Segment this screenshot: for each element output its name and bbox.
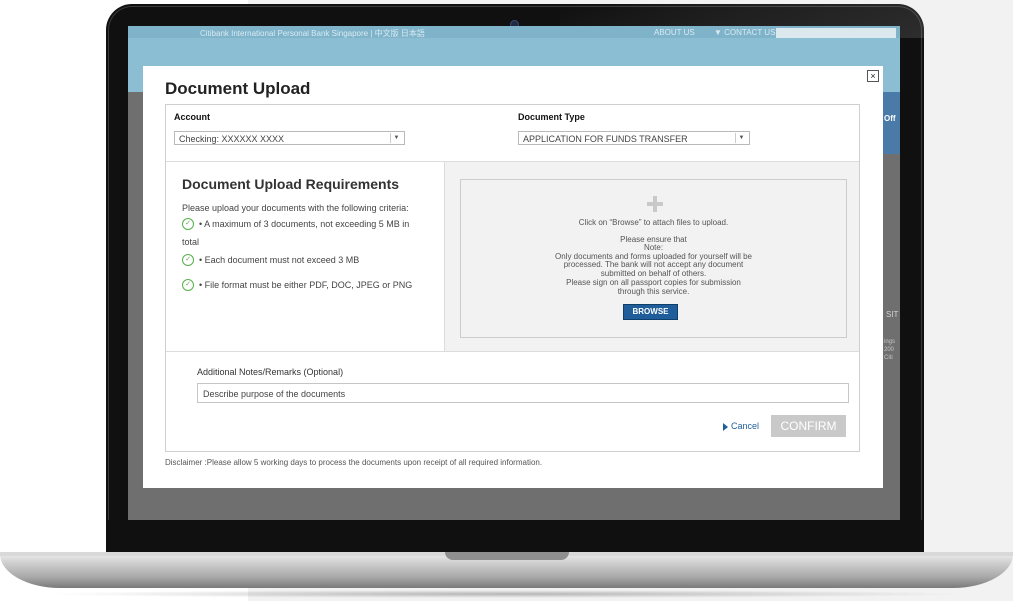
requirements-intro: Please upload your documents with the fo…: [182, 203, 409, 213]
file-drop-zone[interactable]: Click on “Browse” to attach files to upl…: [460, 179, 847, 338]
requirement-item-continued: total: [182, 237, 200, 247]
requirements-panel: Document Upload Requirements Please uplo…: [166, 162, 445, 352]
requirement-item: • Each document must not exceed 3 MB: [199, 255, 360, 265]
upload-note-line: Please sign on all passport copies for s…: [566, 278, 741, 287]
chevron-down-icon[interactable]: ▼: [735, 133, 747, 143]
document-type-selected-value: APPLICATION FOR FUNDS TRANSFER: [523, 134, 688, 144]
notes-input[interactable]: Describe purpose of the documents: [197, 383, 849, 403]
requirements-section: Document Upload Requirements Please uplo…: [166, 161, 859, 352]
modal-title: Document Upload: [165, 79, 311, 98]
upload-instruction: Click on “Browse” to attach files to upl…: [578, 218, 729, 227]
browse-button[interactable]: BROWSE: [623, 304, 678, 320]
requirements-title: Document Upload Requirements: [182, 176, 400, 192]
document-type-label: Document Type: [518, 112, 585, 122]
divider: [166, 351, 859, 352]
upload-form: Account Checking: XXXXXX XXXX ▼ Document…: [165, 104, 860, 452]
account-select[interactable]: Checking: XXXXXX XXXX ▼: [174, 131, 405, 145]
upload-note-title: Note:: [643, 243, 664, 252]
check-circle-icon: ✓: [182, 254, 194, 266]
play-arrow-icon: [723, 422, 728, 431]
account-selected-value: Checking: XXXXXX XXXX: [179, 134, 285, 144]
plus-icon[interactable]: [647, 196, 663, 212]
requirement-item: • File format must be either PDF, DOC, J…: [199, 280, 413, 290]
account-label: Account: [174, 112, 210, 122]
check-circle-icon: ✓: [182, 218, 194, 230]
close-icon[interactable]: ×: [867, 70, 879, 82]
side-text: SIT: [886, 310, 899, 319]
upload-note-line: through this service.: [617, 287, 690, 296]
laptop-shadow: [40, 590, 973, 598]
cancel-link[interactable]: Cancel: [723, 421, 759, 431]
upload-panel: Click on “Browse” to attach files to upl…: [445, 162, 859, 352]
laptop-bottom-bezel: [106, 520, 924, 552]
confirm-button[interactable]: CONFIRM: [771, 415, 846, 437]
check-circle-icon: ✓: [182, 279, 194, 291]
nav-contact-us[interactable]: ▼ CONTACT US: [714, 28, 775, 37]
disclaimer-text: Disclaimer :Please allow 5 working days …: [165, 458, 543, 467]
document-type-select[interactable]: APPLICATION FOR FUNDS TRANSFER ▼: [518, 131, 750, 145]
side-banner: [882, 92, 900, 154]
laptop-notch: [445, 552, 569, 560]
upload-note-line: processed. The bank will not accept any …: [563, 260, 744, 269]
side-mini-text: ings 200 Citi: [884, 339, 896, 361]
requirement-item: • A maximum of 3 documents, not exceedin…: [199, 219, 410, 229]
website-title[interactable]: Citibank International Personal Bank Sin…: [200, 28, 425, 39]
notes-label: Additional Notes/Remarks (Optional): [197, 367, 344, 377]
website-search-input[interactable]: [776, 28, 896, 38]
nav-about-us[interactable]: ABOUT US: [654, 28, 695, 37]
cancel-label[interactable]: Cancel: [731, 421, 759, 431]
side-banner-text: Off: [884, 114, 896, 123]
laptop-screen: Citibank International Personal Bank Sin…: [128, 26, 900, 520]
document-upload-modal: × Document Upload Account Checking: XXXX…: [143, 66, 883, 488]
chevron-down-icon[interactable]: ▼: [390, 133, 402, 143]
upload-note-line: submitted on behalf of others.: [600, 269, 707, 278]
